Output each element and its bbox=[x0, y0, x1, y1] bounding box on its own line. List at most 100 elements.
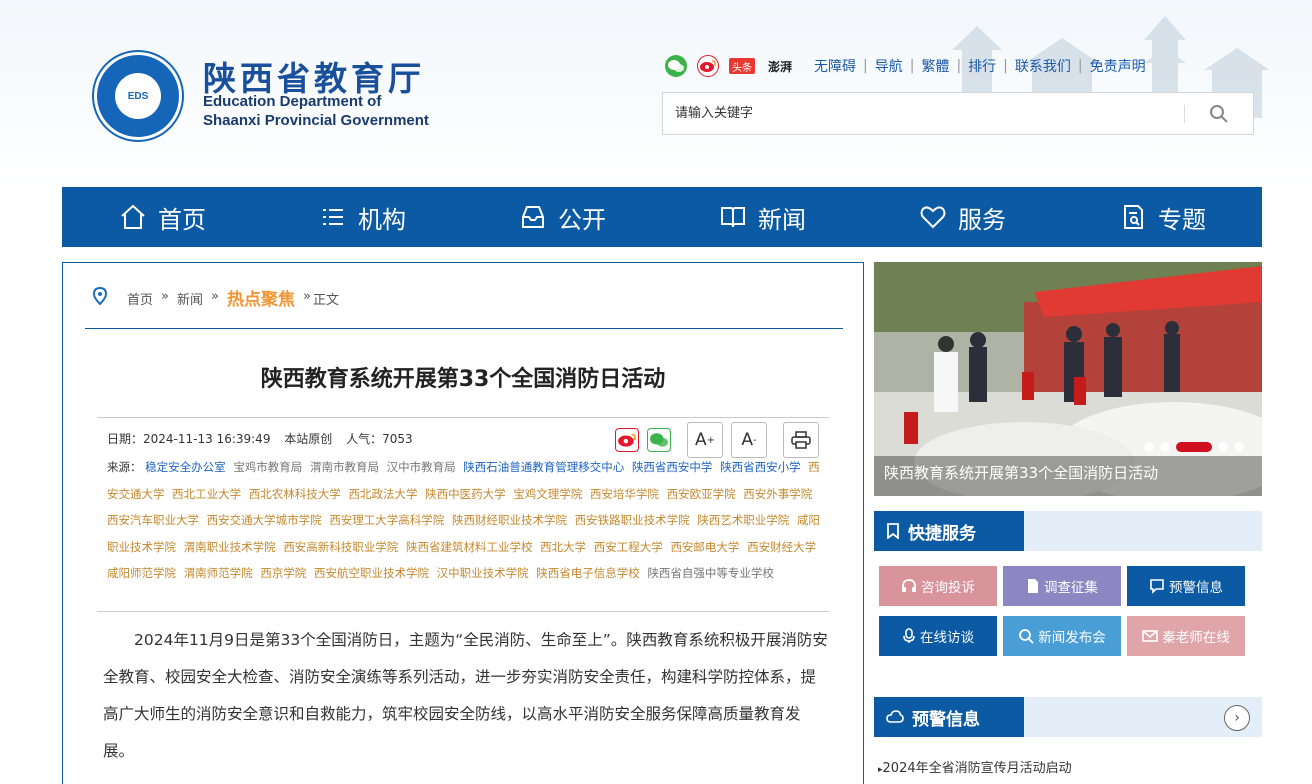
quick-service-header: 快捷服务 bbox=[874, 511, 1262, 551]
source-link[interactable]: 西安交通大学城市学院 bbox=[207, 513, 322, 527]
microphone-icon bbox=[903, 628, 915, 643]
source-link[interactable]: 西安培华学院 bbox=[590, 487, 659, 501]
weibo-icon[interactable] bbox=[697, 55, 719, 77]
nav-news[interactable]: 新闻 bbox=[662, 187, 862, 247]
breadcrumb-news[interactable]: 新闻 bbox=[177, 289, 203, 308]
wechat-icon bbox=[650, 433, 668, 447]
source-link[interactable]: 汉中职业技术学院 bbox=[437, 566, 529, 580]
warning-tab: 预警信息 bbox=[874, 697, 1024, 737]
source-link[interactable]: 渭南职业技术学院 bbox=[184, 540, 276, 554]
survey-button[interactable]: 调查征集 bbox=[1003, 566, 1121, 606]
navigation-link[interactable]: 导航 bbox=[875, 56, 903, 76]
breadcrumb-separator: » bbox=[161, 289, 169, 304]
quick-service-grid: 咨询投诉 调查征集 预警信息 在线访谈 新闻发布会 秦老师在线 bbox=[879, 566, 1249, 656]
source-link[interactable]: 西安铁路职业技术学院 bbox=[575, 513, 690, 527]
site-title-english: Education Department of Shaanxi Provinci… bbox=[203, 93, 429, 129]
minus-icon: - bbox=[753, 434, 757, 446]
nav-home[interactable]: 首页 bbox=[62, 187, 262, 247]
traditional-chinese-link[interactable]: 繁體 bbox=[921, 56, 949, 76]
source-list: 来源： 稳定安全办公室 宝鸡市教育局 渭南市教育局 汉中市教育局 陕西石油普通教… bbox=[107, 454, 821, 587]
source-link[interactable]: 陕西省自强中等专业学校 bbox=[647, 566, 774, 580]
document-search-icon bbox=[1124, 205, 1143, 229]
wechat-icon[interactable] bbox=[665, 55, 687, 77]
font-increase-button[interactable]: A + bbox=[687, 422, 723, 458]
nav-service[interactable]: 服务 bbox=[862, 187, 1062, 247]
search-icon bbox=[1019, 629, 1034, 644]
consult-complaint-button[interactable]: 咨询投诉 bbox=[879, 566, 997, 606]
print-button[interactable] bbox=[783, 422, 819, 458]
teacher-qin-online-button[interactable]: 秦老师在线 bbox=[1127, 616, 1245, 656]
cloud-icon bbox=[886, 710, 904, 723]
plus-icon: + bbox=[706, 434, 716, 446]
source-link[interactable]: 宝鸡市教育局 bbox=[233, 460, 302, 474]
list-icon bbox=[323, 209, 343, 225]
slider-dot-active[interactable] bbox=[1176, 442, 1212, 452]
source-link[interactable]: 稳定安全办公室 bbox=[145, 460, 226, 474]
source-link[interactable]: 陕西财经职业技术学院 bbox=[452, 513, 567, 527]
article-title: 陕西教育系统开展第33个全国消防日活动 bbox=[260, 367, 666, 392]
slider-dot[interactable] bbox=[1234, 442, 1244, 452]
source-link[interactable]: 西安欧亚学院 bbox=[667, 487, 736, 501]
source-link[interactable]: 汉中市教育局 bbox=[387, 460, 456, 474]
source-link[interactable]: 西北农林科技大学 bbox=[249, 487, 341, 501]
origin-label: 本站原创 bbox=[284, 432, 333, 446]
thepaper-icon[interactable]: 澎湃 bbox=[765, 55, 795, 77]
nav-public[interactable]: 公开 bbox=[462, 187, 662, 247]
source-link[interactable]: 西北大学 bbox=[540, 540, 586, 554]
toutiao-icon[interactable]: 头条 bbox=[729, 58, 755, 74]
nav-organization[interactable]: 机构 bbox=[262, 187, 462, 247]
source-link[interactable]: 陕西省电子信息学校 bbox=[536, 566, 640, 580]
search-input[interactable] bbox=[663, 93, 1184, 134]
source-link[interactable]: 陕西艺术职业学院 bbox=[697, 513, 789, 527]
nav-topics[interactable]: 专题 bbox=[1062, 187, 1262, 247]
source-link[interactable]: 西安财经大学 bbox=[747, 540, 816, 554]
source-link[interactable]: 西安邮电大学 bbox=[670, 540, 739, 554]
slider-caption[interactable]: 陕西教育系统开展第33个全国消防日活动 bbox=[874, 456, 1262, 496]
source-link[interactable]: 渭南师范学院 bbox=[184, 566, 253, 580]
contact-link[interactable]: 联系我们 bbox=[1015, 56, 1071, 76]
breadcrumb-home[interactable]: 首页 bbox=[127, 289, 153, 308]
source-link[interactable]: 西北工业大学 bbox=[172, 487, 241, 501]
press-conference-button[interactable]: 新闻发布会 bbox=[1003, 616, 1121, 656]
slider-dot[interactable] bbox=[1144, 442, 1154, 452]
slider-dot[interactable] bbox=[1160, 442, 1170, 452]
disclaimer-link[interactable]: 免责声明 bbox=[1090, 56, 1146, 76]
source-link[interactable]: 陕西省西安中学 bbox=[632, 460, 713, 474]
view-count: 人气：7053 bbox=[346, 432, 413, 446]
inbox-icon bbox=[522, 206, 544, 228]
source-link[interactable]: 陕西省建筑材料工业学校 bbox=[406, 540, 533, 554]
online-interview-button[interactable]: 在线访谈 bbox=[879, 616, 997, 656]
share-weibo-button[interactable] bbox=[615, 428, 639, 452]
source-link[interactable]: 西安工程大学 bbox=[594, 540, 663, 554]
share-wechat-button[interactable] bbox=[647, 428, 671, 452]
source-link[interactable]: 渭南市教育局 bbox=[310, 460, 379, 474]
accessibility-link[interactable]: 无障碍 bbox=[814, 56, 856, 76]
warning-more-button[interactable]: › bbox=[1224, 705, 1250, 731]
source-link[interactable]: 西北政法大学 bbox=[348, 487, 417, 501]
news-slider[interactable]: 陕西教育系统开展第33个全国消防日活动 bbox=[874, 262, 1262, 496]
source-link[interactable]: 西京学院 bbox=[260, 566, 306, 580]
source-link[interactable]: 陕西省西安小学 bbox=[720, 460, 801, 474]
source-link[interactable]: 西安高新科技职业学院 bbox=[283, 540, 398, 554]
page: EDS 陕西省教育厅 Education Department of Shaan… bbox=[0, 0, 1312, 784]
source-link[interactable]: 西安外事学院 bbox=[743, 487, 812, 501]
search-box bbox=[662, 92, 1254, 135]
search-button[interactable] bbox=[1185, 94, 1253, 134]
warning-header: 预警信息 › bbox=[874, 697, 1262, 737]
home-icon bbox=[121, 204, 145, 229]
ranking-link[interactable]: 排行 bbox=[968, 56, 996, 76]
warning-info-button[interactable]: 预警信息 bbox=[1127, 566, 1245, 606]
font-decrease-button[interactable]: A- bbox=[731, 422, 767, 458]
mail-icon bbox=[1142, 630, 1159, 642]
source-link[interactable]: 咸阳师范学院 bbox=[107, 566, 176, 580]
source-link[interactable]: 西安航空职业技术学院 bbox=[314, 566, 429, 580]
source-link[interactable]: 陕西中医药大学 bbox=[425, 487, 506, 501]
slider-dot[interactable] bbox=[1218, 442, 1228, 452]
source-link[interactable]: 西安理工大学高科学院 bbox=[329, 513, 444, 527]
warning-list-item[interactable]: ▸2024年全省消防宣传月活动启动 bbox=[878, 757, 1072, 776]
source-link[interactable]: 西安汽车职业大学 bbox=[107, 513, 199, 527]
source-link[interactable]: 宝鸡文理学院 bbox=[513, 487, 582, 501]
site-logo[interactable]: EDS bbox=[94, 52, 182, 140]
source-link[interactable]: 陕西石油普通教育管理移交中心 bbox=[463, 460, 624, 474]
breadcrumb-hot-topics[interactable]: 热点聚焦 bbox=[227, 285, 295, 310]
